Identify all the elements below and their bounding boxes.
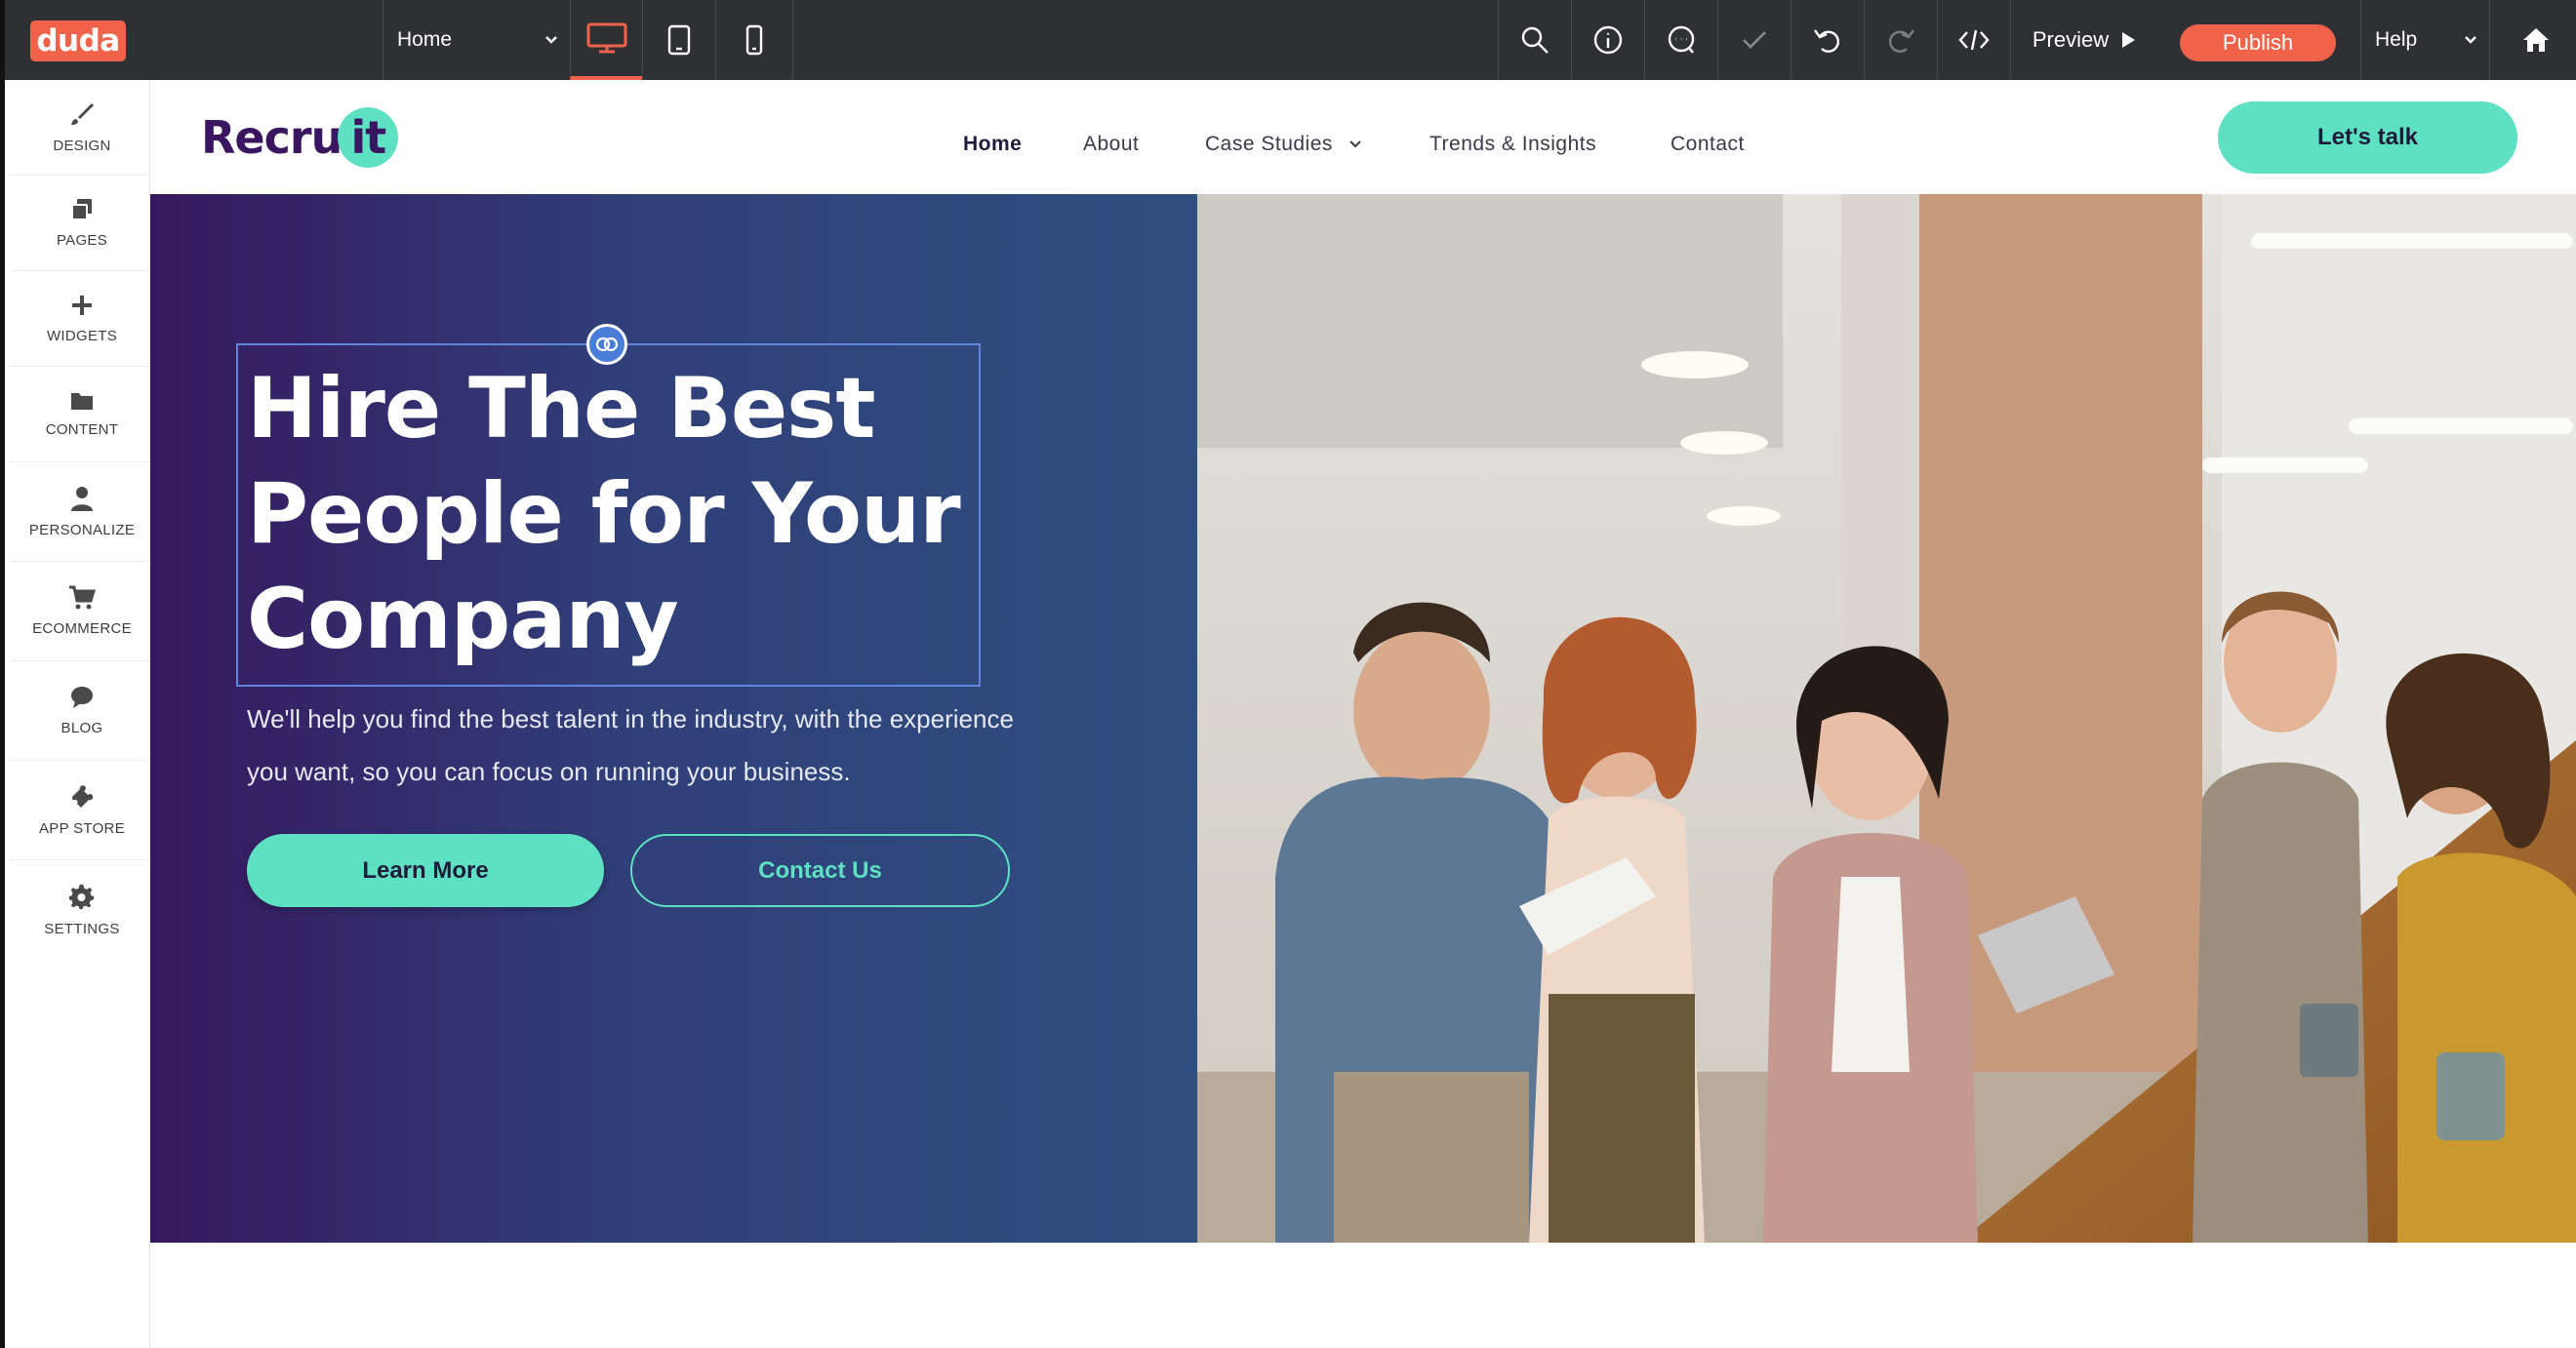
preview-label: Preview: [2032, 27, 2110, 52]
brush-icon: [71, 103, 94, 125]
nav-case-studies[interactable]: Case Studies: [1205, 133, 1362, 156]
duda-logo[interactable]: duda: [30, 20, 126, 61]
site-logo-badge: it: [338, 107, 399, 168]
sidebar-item-label: APP STORE: [38, 820, 125, 837]
sidebar-item-design[interactable]: DESIGN: [10, 80, 154, 176]
sidebar-item-label: DESIGN: [53, 138, 111, 154]
person-icon: [71, 487, 93, 511]
undo-button[interactable]: [1791, 0, 1864, 80]
sidebar-item-label: PERSONALIZE: [28, 522, 136, 538]
sidebar-item-label: CONTENT: [45, 421, 119, 438]
home-icon: [2522, 28, 2549, 52]
nav-about[interactable]: About: [1083, 133, 1139, 156]
info-button[interactable]: [1571, 0, 1644, 80]
speech-bubble-icon: [71, 687, 93, 708]
mobile-view-button[interactable]: [715, 0, 793, 80]
lets-talk-button[interactable]: Let's talk: [2218, 101, 2517, 174]
sidebar-item-personalize[interactable]: PERSONALIZE: [10, 462, 154, 562]
sidebar-item-label: SETTINGS: [44, 920, 120, 937]
sidebar-item-label: WIDGETS: [46, 328, 118, 344]
code-editor-button[interactable]: [1937, 0, 2010, 80]
redo-icon: [1888, 29, 1914, 53]
sidebar-item-app-store[interactable]: APP STORE: [10, 761, 154, 860]
team-photo-illustration: [1197, 194, 2576, 1243]
page-selector[interactable]: Home: [382, 0, 570, 80]
play-icon: [2122, 32, 2136, 48]
sidebar-item-pages[interactable]: PAGES: [10, 176, 154, 271]
learn-more-button[interactable]: Learn More: [247, 834, 604, 907]
site-logo-text: Recru: [201, 111, 342, 164]
chevron-down-icon: [545, 36, 557, 44]
sidebar-item-widgets[interactable]: WIDGETS: [10, 271, 154, 367]
cart-icon: [69, 585, 96, 610]
editor-window: duda Home Preview Publish Help DESIGN PA…: [0, 0, 2576, 1348]
link-icon: [595, 337, 619, 352]
search-icon: [1521, 26, 1549, 54]
site-header: Recru it Home About Case Studies Trends …: [150, 80, 2576, 194]
puzzle-icon: [72, 785, 94, 808]
nav-case-studies-label: Case Studies: [1205, 133, 1333, 155]
sidebar-item-label: ECOMMERCE: [32, 620, 132, 637]
contact-us-button[interactable]: Contact Us: [630, 834, 1010, 907]
sidebar-item-ecommerce[interactable]: ECOMMERCE: [10, 562, 154, 661]
comments-button[interactable]: [1644, 0, 1717, 80]
code-icon: [1958, 29, 1990, 51]
nav-contact[interactable]: Contact: [1670, 133, 1745, 156]
sidebar-item-label: PAGES: [56, 232, 108, 249]
chevron-down-icon: [2465, 36, 2476, 44]
approve-button[interactable]: [1717, 0, 1791, 80]
sidebar-item-settings[interactable]: SETTINGS: [10, 860, 154, 960]
mobile-icon: [745, 24, 763, 56]
home-button[interactable]: [2489, 0, 2576, 80]
hero-title[interactable]: Hire The Best People for Your Company: [247, 356, 969, 672]
nav-trends-insights[interactable]: Trends & Insights: [1429, 133, 1596, 156]
nav-home[interactable]: Home: [963, 133, 1022, 156]
help-label: Help: [2375, 28, 2418, 51]
hero-subtitle[interactable]: We'll help you find the best talent in t…: [247, 693, 1057, 798]
plus-icon: [72, 296, 92, 315]
sidebar-item-content[interactable]: CONTENT: [10, 367, 154, 462]
search-button[interactable]: [1498, 0, 1571, 80]
gear-icon: [68, 884, 95, 909]
page-body-below-hero: [150, 1243, 2576, 1348]
tablet-view-button[interactable]: [642, 0, 715, 80]
undo-icon: [1814, 29, 1840, 53]
hero-title-line: Company: [247, 571, 679, 668]
sidebar-item-label: BLOG: [60, 720, 103, 736]
preview-button[interactable]: Preview: [2010, 0, 2157, 80]
editor-toolbar: duda Home Preview Publish Help: [0, 0, 2576, 80]
check-icon: [1743, 31, 1766, 49]
folder-icon: [71, 393, 93, 410]
desktop-view-button[interactable]: [570, 0, 642, 80]
hero-title-line: Hire The Best: [247, 360, 875, 457]
help-menu[interactable]: Help: [2360, 0, 2489, 80]
info-icon: [1593, 25, 1623, 55]
chevron-down-icon: [1349, 140, 1361, 148]
pages-icon: [71, 199, 92, 220]
redo-button[interactable]: [1864, 0, 1937, 80]
hero-image[interactable]: [1197, 194, 2576, 1243]
page-selector-value: Home: [397, 28, 453, 51]
editor-sidebar: DESIGN PAGES WIDGETS CONTENT PERSONALIZE…: [0, 80, 154, 1348]
tablet-icon: [667, 24, 691, 56]
site-logo[interactable]: Recru it: [201, 105, 399, 170]
publish-button[interactable]: Publish: [2180, 24, 2336, 61]
desktop-icon: [586, 22, 626, 54]
comment-icon: [1668, 25, 1695, 54]
hero-title-line: People for Your: [247, 465, 961, 563]
sidebar-item-blog[interactable]: BLOG: [10, 661, 154, 761]
